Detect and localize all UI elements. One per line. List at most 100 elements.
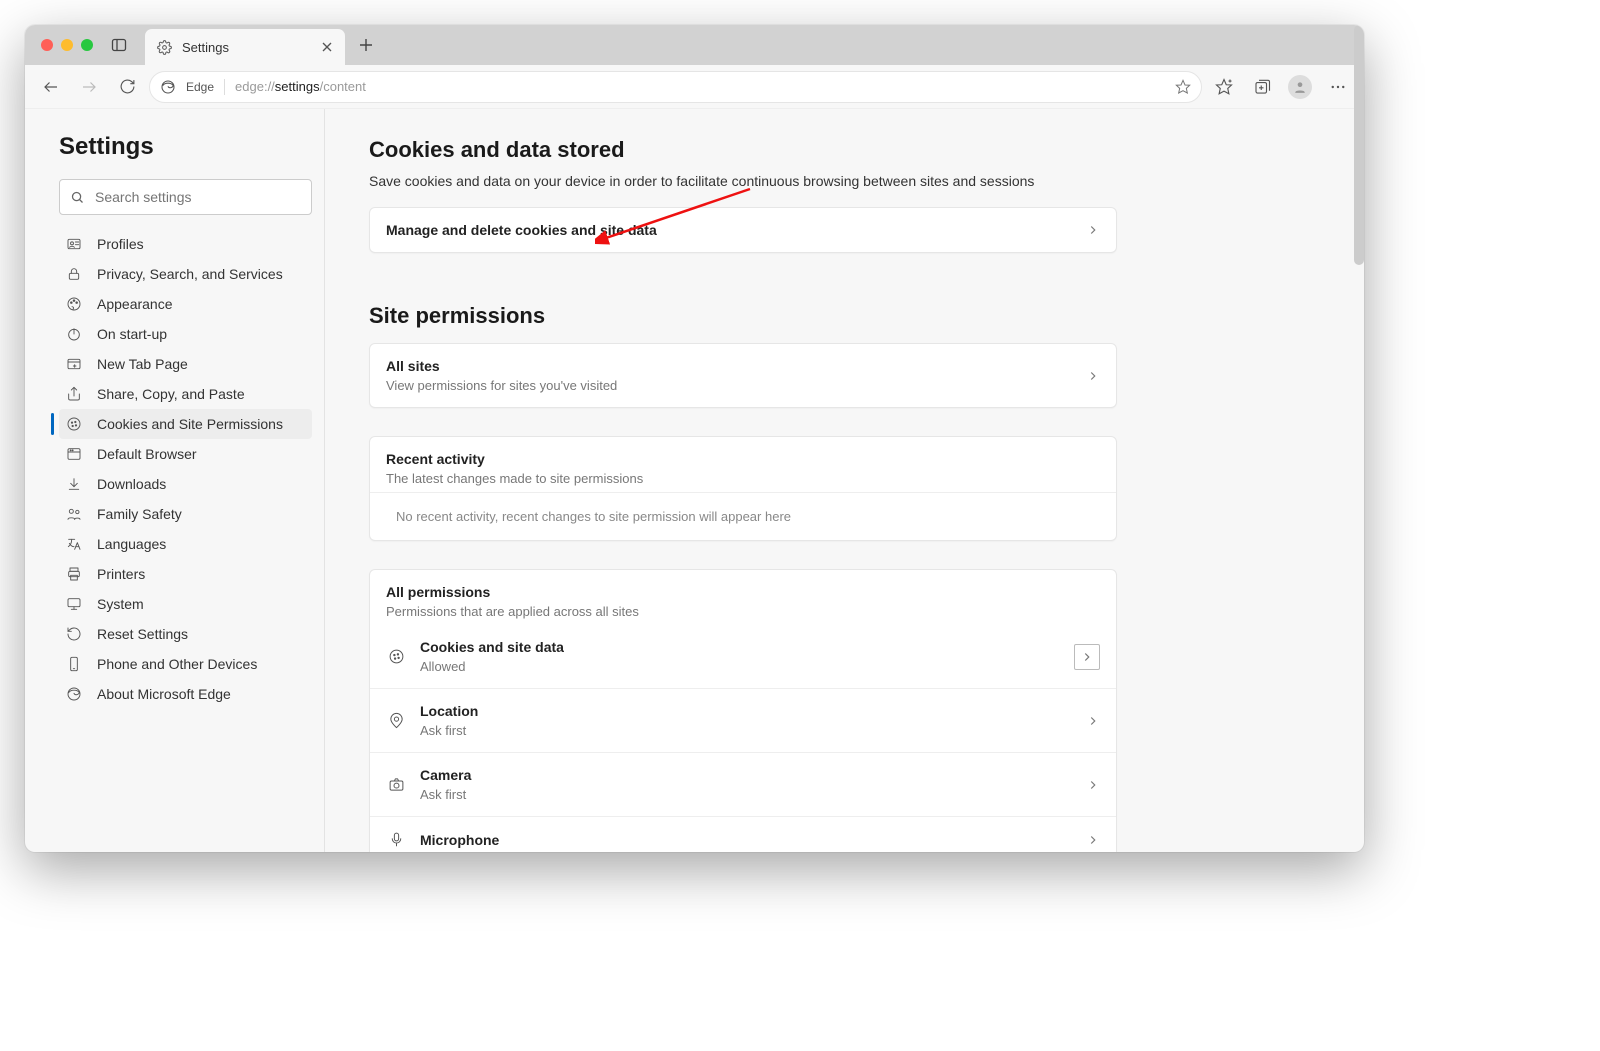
recent-activity-title: Recent activity [386, 451, 1100, 467]
sidebar-item-languages[interactable]: Languages [59, 529, 312, 559]
chevron-right-icon [1086, 778, 1100, 792]
minimize-window-button[interactable] [61, 39, 73, 51]
close-window-button[interactable] [41, 39, 53, 51]
cookies-section-subtitle: Save cookies and data on your device in … [369, 173, 1117, 189]
sidebar-item-printers[interactable]: Printers [59, 559, 312, 589]
edge-icon [65, 686, 83, 702]
phone-icon [65, 656, 83, 672]
sidebar-item-cookies-and-site-permissions[interactable]: Cookies and Site Permissions [59, 409, 312, 439]
permission-row-camera[interactable]: Camera Ask first [370, 752, 1116, 816]
search-icon [70, 190, 85, 205]
search-settings-box[interactable] [59, 179, 312, 215]
manage-cookies-row[interactable]: Manage and delete cookies and site data [370, 208, 1116, 252]
address-product-label: Edge [186, 80, 214, 94]
browser-window: Settings Edge edge://settings/content [25, 25, 1364, 852]
language-icon [65, 536, 83, 552]
sidebar-toggle-icon[interactable] [111, 37, 127, 53]
sidebar-item-label: Default Browser [97, 446, 197, 462]
tab-settings[interactable]: Settings [145, 29, 345, 65]
sidebar-item-about-microsoft-edge[interactable]: About Microsoft Edge [59, 679, 312, 709]
permission-status: Ask first [420, 787, 1072, 802]
chevron-right-icon [1074, 644, 1100, 670]
sidebar-item-reset-settings[interactable]: Reset Settings [59, 619, 312, 649]
maximize-window-button[interactable] [81, 39, 93, 51]
permission-row-microphone[interactable]: Microphone [370, 816, 1116, 852]
window-controls [25, 39, 93, 51]
collections-button[interactable] [1246, 71, 1278, 103]
manage-cookies-card: Manage and delete cookies and site data [369, 207, 1117, 253]
sidebar-item-label: Languages [97, 536, 166, 552]
sidebar-item-label: Downloads [97, 476, 166, 492]
sidebar-item-label: On start-up [97, 326, 167, 342]
sidebar-item-label: Printers [97, 566, 145, 582]
profile-button[interactable] [1284, 71, 1316, 103]
toolbar: Edge edge://settings/content [25, 65, 1364, 109]
share-icon [65, 386, 83, 402]
all-permissions-sub: Permissions that are applied across all … [386, 604, 1100, 619]
system-icon [65, 596, 83, 612]
download-icon [65, 476, 83, 492]
chevron-right-icon [1086, 714, 1100, 728]
avatar-icon [1288, 75, 1312, 99]
new-tab-button[interactable] [355, 34, 377, 56]
sidebar-item-label: Profiles [97, 236, 144, 252]
refresh-button[interactable] [111, 71, 143, 103]
sidebar-item-phone-and-other-devices[interactable]: Phone and Other Devices [59, 649, 312, 679]
close-tab-icon[interactable] [321, 41, 333, 53]
sidebar-item-appearance[interactable]: Appearance [59, 289, 312, 319]
all-sites-card: All sites View permissions for sites you… [369, 343, 1117, 408]
user-card-icon [65, 236, 83, 252]
sidebar-item-label: Appearance [97, 296, 173, 312]
location-icon [386, 712, 406, 729]
sidebar-item-downloads[interactable]: Downloads [59, 469, 312, 499]
sidebar-item-default-browser[interactable]: Default Browser [59, 439, 312, 469]
all-permissions-header: All permissions Permissions that are app… [370, 570, 1116, 625]
more-button[interactable] [1322, 71, 1354, 103]
sidebar-item-share-copy-and-paste[interactable]: Share, Copy, and Paste [59, 379, 312, 409]
edge-icon [160, 79, 176, 95]
address-bar[interactable]: Edge edge://settings/content [149, 71, 1202, 103]
sidebar-item-label: Cookies and Site Permissions [97, 416, 283, 432]
cookie-icon [386, 648, 406, 665]
permission-status: Allowed [420, 659, 1060, 674]
permission-row-location[interactable]: Location Ask first [370, 688, 1116, 752]
recent-activity-header: Recent activity The latest changes made … [370, 437, 1116, 492]
all-sites-sub: View permissions for sites you've visite… [386, 378, 1072, 393]
browser-icon [65, 446, 83, 462]
printer-icon [65, 566, 83, 582]
camera-icon [386, 776, 406, 793]
family-icon [65, 506, 83, 522]
content-area: Settings Profiles Privacy, Search, and S… [25, 109, 1364, 852]
permission-row-cookies-and-site-data[interactable]: Cookies and site data Allowed [370, 625, 1116, 688]
recent-activity-card: Recent activity The latest changes made … [369, 436, 1117, 541]
manage-cookies-label: Manage and delete cookies and site data [386, 222, 1072, 238]
sidebar-item-privacy-search-and-services[interactable]: Privacy, Search, and Services [59, 259, 312, 289]
cookie-icon [65, 416, 83, 432]
sidebar-item-new-tab-page[interactable]: New Tab Page [59, 349, 312, 379]
all-sites-row[interactable]: All sites View permissions for sites you… [370, 344, 1116, 407]
sidebar-item-label: Family Safety [97, 506, 182, 522]
gear-icon [157, 40, 172, 55]
sidebar-item-on-start-up[interactable]: On start-up [59, 319, 312, 349]
microphone-icon [386, 831, 406, 848]
favorites-button[interactable] [1208, 71, 1240, 103]
sidebar-heading: Settings [59, 133, 312, 161]
permission-label: Camera [420, 767, 1072, 783]
forward-button[interactable] [73, 71, 105, 103]
sidebar-item-system[interactable]: System [59, 589, 312, 619]
sidebar-item-label: Reset Settings [97, 626, 188, 642]
back-button[interactable] [35, 71, 67, 103]
sidebar-item-profiles[interactable]: Profiles [59, 229, 312, 259]
settings-sidebar: Settings Profiles Privacy, Search, and S… [25, 109, 325, 852]
url-text: edge://settings/content [235, 79, 366, 94]
all-permissions-title: All permissions [386, 584, 1100, 600]
sidebar-item-family-safety[interactable]: Family Safety [59, 499, 312, 529]
favorite-star-icon[interactable] [1175, 79, 1191, 95]
tab-title: Settings [182, 40, 311, 55]
sidebar-item-label: About Microsoft Edge [97, 686, 231, 702]
permission-label: Location [420, 703, 1072, 719]
scrollbar[interactable] [1354, 25, 1364, 265]
permission-status: Ask first [420, 723, 1072, 738]
permission-label: Cookies and site data [420, 639, 1060, 655]
search-input[interactable] [95, 189, 301, 205]
